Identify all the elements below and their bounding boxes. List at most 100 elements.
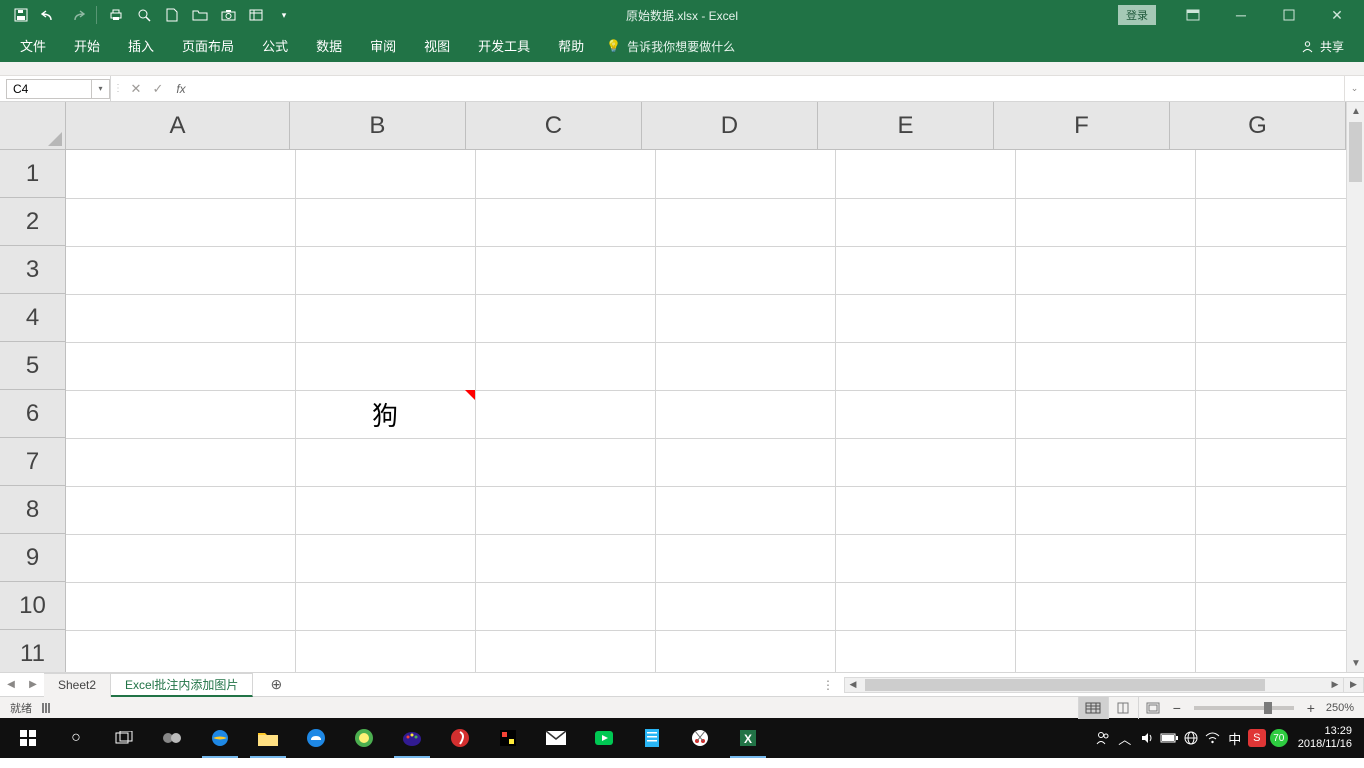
- vertical-scroll-thumb[interactable]: [1349, 122, 1362, 182]
- row-header[interactable]: 8: [0, 486, 65, 534]
- screenshot-icon[interactable]: [215, 2, 241, 28]
- name-box-dropdown-icon[interactable]: ▾: [92, 79, 110, 99]
- share-button[interactable]: 共享: [1301, 38, 1358, 55]
- qat-customize-icon[interactable]: ▾: [271, 2, 297, 28]
- minimize-icon[interactable]: ─: [1218, 0, 1264, 30]
- column-header[interactable]: G: [1170, 102, 1346, 149]
- column-headers[interactable]: ABCDEFG: [66, 102, 1346, 150]
- close-icon[interactable]: ✕: [1314, 0, 1360, 30]
- tab-help[interactable]: 帮助: [544, 30, 598, 62]
- tab-file[interactable]: 文件: [6, 30, 60, 62]
- tab-formulas[interactable]: 公式: [248, 30, 302, 62]
- row-header[interactable]: 10: [0, 582, 65, 630]
- zoom-slider-knob[interactable]: [1264, 702, 1272, 714]
- column-header[interactable]: B: [290, 102, 466, 149]
- taskbar-app-excel[interactable]: X: [724, 718, 772, 758]
- formula-input[interactable]: [193, 79, 1344, 99]
- tab-developer[interactable]: 开发工具: [464, 30, 544, 62]
- row-header[interactable]: 1: [0, 150, 65, 198]
- column-header[interactable]: C: [466, 102, 642, 149]
- column-header[interactable]: D: [642, 102, 818, 149]
- sogou-ime-icon[interactable]: S: [1246, 718, 1268, 758]
- task-view-icon[interactable]: [100, 718, 148, 758]
- cortana-icon[interactable]: ○: [52, 718, 100, 758]
- row-headers[interactable]: 1234567891011: [0, 150, 66, 672]
- quick-print-icon[interactable]: [103, 2, 129, 28]
- column-header[interactable]: E: [818, 102, 994, 149]
- zoom-out-icon[interactable]: −: [1168, 700, 1186, 716]
- row-header[interactable]: 3: [0, 246, 65, 294]
- new-sheet-icon[interactable]: ⊕: [261, 676, 291, 693]
- tab-data[interactable]: 数据: [302, 30, 356, 62]
- row-header[interactable]: 7: [0, 438, 65, 486]
- taskbar-app-cloud[interactable]: [292, 718, 340, 758]
- scroll-right-icon[interactable]: ▶: [1327, 678, 1343, 692]
- taskbar-app-1[interactable]: [148, 718, 196, 758]
- start-button[interactable]: [4, 718, 52, 758]
- tab-home[interactable]: 开始: [60, 30, 114, 62]
- scroll-up-icon[interactable]: ▲: [1347, 102, 1364, 120]
- taskbar-app-360[interactable]: [340, 718, 388, 758]
- row-header[interactable]: 6: [0, 390, 65, 438]
- horizontal-scroll-thumb[interactable]: [865, 679, 1265, 691]
- row-header[interactable]: 4: [0, 294, 65, 342]
- row-header[interactable]: 5: [0, 342, 65, 390]
- ime-indicator[interactable]: 中: [1224, 718, 1246, 758]
- taskbar-app-mail[interactable]: [532, 718, 580, 758]
- column-header[interactable]: A: [66, 102, 290, 149]
- tab-review[interactable]: 审阅: [356, 30, 410, 62]
- sheet-nav-next-icon[interactable]: ▶: [22, 673, 44, 696]
- taskbar-app-snip[interactable]: [676, 718, 724, 758]
- vertical-scrollbar[interactable]: ▲ ▼: [1346, 102, 1364, 672]
- sheet-tab-active[interactable]: Excel批注内添加图片: [111, 673, 253, 697]
- comment-indicator-icon[interactable]: [465, 390, 475, 400]
- tray-expand-icon[interactable]: ︿: [1114, 718, 1136, 758]
- cells-region[interactable]: 狗: [66, 150, 1346, 672]
- sheet-tab-sheet2[interactable]: Sheet2: [44, 673, 111, 697]
- maximize-icon[interactable]: [1266, 0, 1312, 30]
- row-header[interactable]: 2: [0, 198, 65, 246]
- tell-me-search[interactable]: 💡 告诉我你想要做什么: [606, 38, 735, 55]
- row-header[interactable]: 11: [0, 630, 65, 672]
- taskbar-app-notes[interactable]: [628, 718, 676, 758]
- undo-icon[interactable]: [36, 2, 62, 28]
- row-header[interactable]: 9: [0, 534, 65, 582]
- taskbar-app-explorer[interactable]: [244, 718, 292, 758]
- login-button[interactable]: 登录: [1118, 5, 1156, 25]
- cancel-formula-icon[interactable]: ✕: [125, 76, 147, 101]
- clock[interactable]: 13:29 2018/11/16: [1290, 725, 1360, 751]
- scroll-left-icon[interactable]: ◀: [845, 678, 861, 692]
- scroll-end-icon[interactable]: ▶: [1344, 677, 1364, 693]
- confirm-formula-icon[interactable]: ✓: [147, 76, 169, 101]
- select-all-corner[interactable]: [0, 102, 66, 150]
- new-file-icon[interactable]: [159, 2, 185, 28]
- print-preview-icon[interactable]: [131, 2, 157, 28]
- expand-formula-bar-icon[interactable]: ⌄: [1344, 76, 1364, 101]
- insert-function-icon[interactable]: fx: [169, 82, 193, 96]
- sheet-nav-prev-icon[interactable]: ◀: [0, 673, 22, 696]
- horizontal-scrollbar[interactable]: ◀ ▶: [844, 677, 1344, 693]
- tab-view[interactable]: 视图: [410, 30, 464, 62]
- volume-icon[interactable]: [1136, 718, 1158, 758]
- people-icon[interactable]: [1092, 718, 1114, 758]
- open-file-icon[interactable]: [187, 2, 213, 28]
- taskbar-app-paint[interactable]: [388, 718, 436, 758]
- column-header[interactable]: F: [994, 102, 1170, 149]
- network-icon[interactable]: [1180, 718, 1202, 758]
- taskbar-app-netease[interactable]: [436, 718, 484, 758]
- tab-insert[interactable]: 插入: [114, 30, 168, 62]
- save-icon[interactable]: [8, 2, 34, 28]
- taskbar-app-iqiyi[interactable]: [580, 718, 628, 758]
- ribbon-display-options-icon[interactable]: [1170, 0, 1216, 30]
- redo-icon[interactable]: [64, 2, 90, 28]
- wifi-icon[interactable]: [1202, 718, 1224, 758]
- scroll-down-icon[interactable]: ▼: [1347, 654, 1364, 672]
- battery-icon[interactable]: [1158, 718, 1180, 758]
- taskbar-app-ie[interactable]: [196, 718, 244, 758]
- security-badge-icon[interactable]: 70: [1268, 718, 1290, 758]
- name-box[interactable]: [6, 79, 92, 99]
- form-icon[interactable]: [243, 2, 269, 28]
- page-layout-view-icon[interactable]: [1108, 697, 1138, 719]
- grid[interactable]: ABCDEFG 1234567891011 狗 ↖: [0, 102, 1346, 672]
- tab-page-layout[interactable]: 页面布局: [168, 30, 248, 62]
